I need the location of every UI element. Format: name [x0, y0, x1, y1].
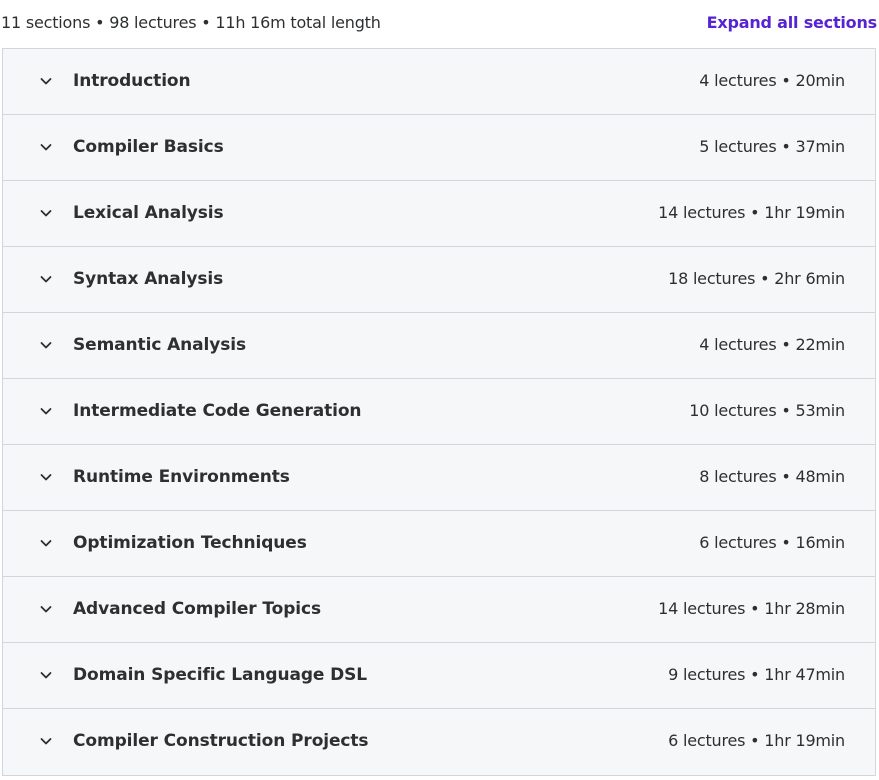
chevron-down-icon[interactable]: [39, 668, 53, 682]
section-lecture-count: 10 lectures • 53min: [689, 401, 845, 420]
curriculum-summary: 11 sections • 98 lectures • 11h 16m tota…: [1, 13, 381, 32]
section-lecture-count: 6 lectures • 1hr 19min: [668, 731, 845, 750]
section-lecture-count: 8 lectures • 48min: [699, 467, 845, 486]
chevron-down-icon[interactable]: [39, 734, 53, 748]
curriculum-section-row[interactable]: Semantic Analysis 4 lectures • 22min: [3, 313, 875, 379]
chevron-down-icon[interactable]: [39, 404, 53, 418]
section-lecture-count: 18 lectures • 2hr 6min: [668, 269, 845, 288]
curriculum-section-row[interactable]: Intermediate Code Generation 10 lectures …: [3, 379, 875, 445]
chevron-down-icon[interactable]: [39, 536, 53, 550]
curriculum-header: 11 sections • 98 lectures • 11h 16m tota…: [0, 0, 879, 48]
section-title: Semantic Analysis: [73, 335, 247, 355]
curriculum-section-row[interactable]: Optimization Techniques 6 lectures • 16mi…: [3, 511, 875, 577]
section-lecture-count: 14 lectures • 1hr 28min: [658, 599, 845, 618]
section-title: Compiler Construction Projects: [73, 731, 369, 751]
expand-all-sections-button[interactable]: Expand all sections: [707, 13, 878, 32]
chevron-down-icon[interactable]: [39, 74, 53, 88]
section-title: Compiler Basics: [73, 137, 224, 157]
chevron-down-icon[interactable]: [39, 470, 53, 484]
chevron-down-icon[interactable]: [39, 272, 53, 286]
chevron-down-icon[interactable]: [39, 602, 53, 616]
section-lecture-count: 5 lectures • 37min: [699, 137, 845, 156]
chevron-down-icon[interactable]: [39, 338, 53, 352]
curriculum-section-row[interactable]: Domain Specific Language DSL 9 lectures •…: [3, 643, 875, 709]
curriculum-section-row[interactable]: Introduction 4 lectures • 20min: [3, 49, 875, 115]
section-lecture-count: 4 lectures • 22min: [699, 335, 845, 354]
curriculum-section-row[interactable]: Lexical Analysis 14 lectures • 1hr 19min: [3, 181, 875, 247]
section-title: Introduction: [73, 71, 191, 91]
section-lecture-count: 14 lectures • 1hr 19min: [658, 203, 845, 222]
section-title: Advanced Compiler Topics: [73, 599, 322, 619]
section-lecture-count: 4 lectures • 20min: [699, 71, 845, 90]
curriculum-section-row[interactable]: Compiler Construction Projects 6 lectures…: [3, 709, 875, 775]
chevron-down-icon[interactable]: [39, 206, 53, 220]
curriculum-section-row[interactable]: Runtime Environments 8 lectures • 48min: [3, 445, 875, 511]
section-title: Domain Specific Language DSL: [73, 665, 368, 685]
section-lecture-count: 6 lectures • 16min: [699, 533, 845, 552]
curriculum-section-row[interactable]: Advanced Compiler Topics 14 lectures • 1h…: [3, 577, 875, 643]
chevron-down-icon[interactable]: [39, 140, 53, 154]
curriculum-section-list: Introduction 4 lectures • 20min Compiler B…: [2, 48, 876, 776]
section-title: Syntax Analysis: [73, 269, 224, 289]
section-title: Runtime Environments: [73, 467, 290, 487]
curriculum-section-row[interactable]: Compiler Basics 5 lectures • 37min: [3, 115, 875, 181]
section-title: Lexical Analysis: [73, 203, 224, 223]
section-title: Intermediate Code Generation: [73, 401, 362, 421]
section-lecture-count: 9 lectures • 1hr 47min: [668, 665, 845, 684]
curriculum-section-row[interactable]: Syntax Analysis 18 lectures • 2hr 6min: [3, 247, 875, 313]
section-title: Optimization Techniques: [73, 533, 307, 553]
